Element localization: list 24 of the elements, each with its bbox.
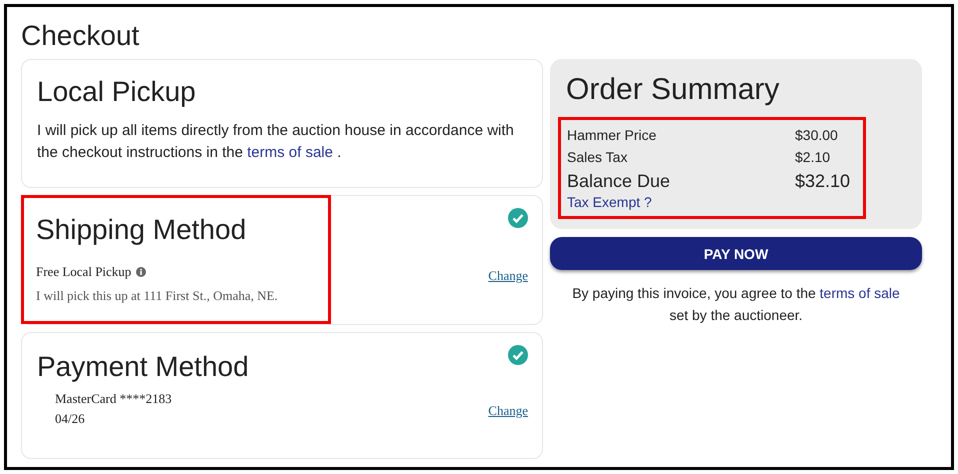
pay-now-button[interactable]: PAY NOW xyxy=(550,237,922,270)
tax-exempt-link[interactable]: Tax Exempt ? xyxy=(567,194,652,210)
agreement-text: By paying this invoice, you agree to the terms of sale set by the auctioneer. xyxy=(571,284,901,325)
terms-link[interactable]: terms of sale xyxy=(820,285,900,301)
summary-label: Hammer Price xyxy=(567,126,658,145)
info-icon xyxy=(136,267,146,277)
summary-title: Order Summary xyxy=(565,72,780,108)
shipping-option: Free Local Pickup xyxy=(36,264,132,280)
shipping-note: I will pick this up at 111 First St., Omaha, NE. xyxy=(36,288,279,304)
summary-amount: $30.00 xyxy=(795,126,838,145)
section-title: Payment Method xyxy=(37,350,250,384)
page-title: Checkout xyxy=(21,19,140,53)
pickup-text: I will pick up all items directly from the auction house in accordance with the checkout instructions in the terms of sale . xyxy=(37,121,515,163)
section-title: Local Pickup xyxy=(37,75,197,109)
summary-amount: $2.10 xyxy=(795,148,830,167)
change-link[interactable]: Change xyxy=(488,268,528,284)
card-expiry: 04/26 xyxy=(55,411,85,427)
summary-amount: $32.10 xyxy=(795,170,850,193)
terms-link[interactable]: terms of sale xyxy=(247,144,333,161)
summary-label: Balance Due xyxy=(567,170,672,193)
change-link[interactable]: Change xyxy=(488,403,528,419)
summary-label: Sales Tax xyxy=(567,148,628,167)
section-title: Shipping Method xyxy=(36,213,248,247)
card-number: MasterCard ****2183 xyxy=(55,391,172,407)
